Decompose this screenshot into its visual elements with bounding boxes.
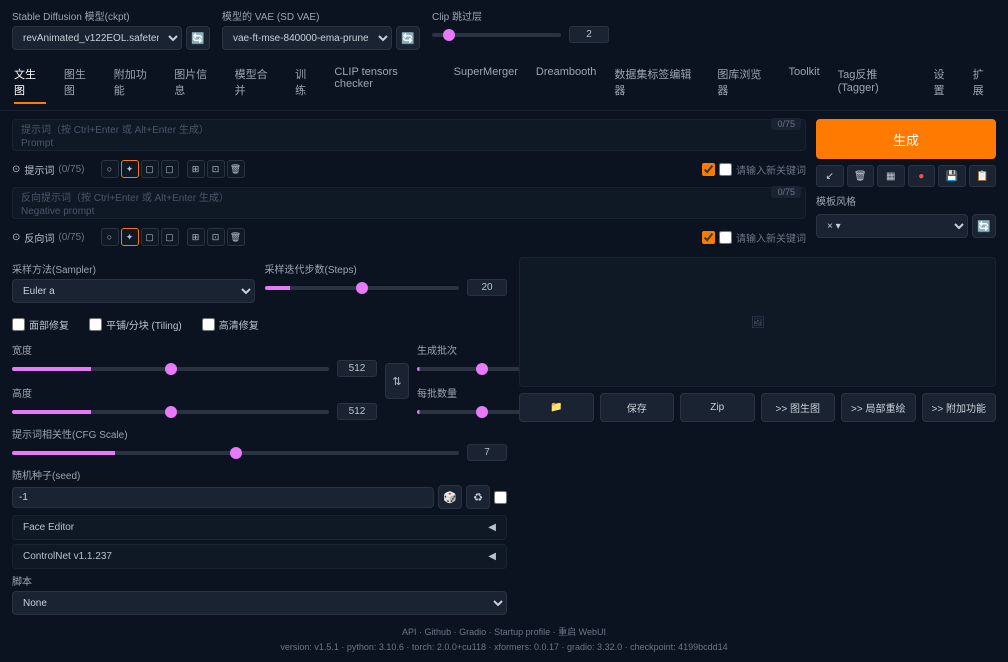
batch-size-label: 每批数量 (417, 385, 507, 400)
neg-bar-toggle[interactable]: ⊙ 反向词 (0/75) (12, 230, 85, 245)
tab-6[interactable]: CLIP tensors checker (334, 62, 435, 104)
ckpt-select[interactable]: revAnimated_v122EOL.safetensors [4199bcd… (12, 26, 182, 50)
prompt-tool-7-icon[interactable]: 🗑 (227, 160, 245, 178)
prompt-tool-2-icon[interactable]: ✦ (121, 160, 139, 178)
tab-13[interactable]: 设置 (934, 62, 955, 104)
tab-0[interactable]: 文生图 (14, 62, 46, 104)
neg-prompt-textarea[interactable]: 0/75 反向提示词（按 Ctrl+Enter 或 Alt+Enter 生成） … (12, 187, 806, 219)
sampler-label: 采样方法(Sampler) (12, 261, 255, 276)
seed-reuse-icon[interactable]: ♻ (466, 485, 490, 509)
tab-11[interactable]: Toolkit (788, 62, 819, 104)
to-img2img-button[interactable]: >> 图生图 (761, 393, 836, 422)
sampler-select[interactable]: Euler a (12, 279, 255, 303)
neg-tool-1-icon[interactable]: ○ (101, 228, 119, 246)
interrogate-arrow-icon[interactable]: ↙ (816, 165, 844, 187)
clip-label: Clip 跳过层 (432, 8, 609, 23)
zip-button[interactable]: Zip (680, 393, 755, 422)
height-value[interactable]: 512 (337, 403, 377, 420)
neg-tool-2-icon[interactable]: ✦ (121, 228, 139, 246)
vae-select[interactable]: vae-ft-mse-840000-ema-pruned.safetensors (222, 26, 392, 50)
neg-tool-4-icon[interactable]: ▢ (161, 228, 179, 246)
tiling-check[interactable] (89, 318, 102, 331)
clear-icon[interactable]: 🗑 (847, 165, 875, 187)
height-slider[interactable] (12, 410, 329, 414)
face-editor-accordion[interactable]: Face Editor◀ (12, 515, 507, 540)
steps-label: 采样迭代步数(Steps) (265, 261, 508, 276)
prompt-tool-1-icon[interactable]: ○ (101, 160, 119, 178)
stop-icon[interactable]: ● (908, 165, 936, 187)
vae-refresh-icon[interactable]: 🔄 (396, 26, 420, 50)
neg-counter: 0/75 (771, 186, 801, 198)
cfg-label: 提示词相关性(CFG Scale) (12, 426, 507, 441)
width-label: 宽度 (12, 342, 377, 357)
output-gallery[interactable]: 🖼 (519, 257, 996, 387)
tab-12[interactable]: Tag反推(Tagger) (838, 62, 916, 104)
ckpt-refresh-icon[interactable]: 🔄 (186, 26, 210, 50)
prompt-tool-4-icon[interactable]: ▢ (161, 160, 179, 178)
ckpt-label: Stable Diffusion 模型(ckpt) (12, 8, 210, 23)
batch-count-label: 生成批次 (417, 342, 507, 357)
prompt-kw-check2[interactable] (719, 163, 732, 176)
prompt-bar-toggle[interactable]: ⊙ 提示词 (0/75) (12, 162, 85, 177)
steps-slider[interactable] (265, 286, 460, 290)
tab-10[interactable]: 图库浏览器 (717, 62, 770, 104)
hires-check[interactable] (202, 318, 215, 331)
neg-kw-check2[interactable] (719, 231, 732, 244)
tab-7[interactable]: SuperMerger (454, 62, 518, 104)
tab-5[interactable]: 训练 (295, 62, 316, 104)
face-restore-check[interactable] (12, 318, 25, 331)
open-folder-button[interactable]: 📁 (519, 393, 594, 422)
seed-extra-check[interactable] (494, 491, 507, 504)
seed-label: 随机种子(seed) (12, 467, 507, 482)
steps-value[interactable]: 20 (467, 279, 507, 296)
prompt-tool-3-icon[interactable]: ▢ (141, 160, 159, 178)
tab-3[interactable]: 图片信息 (174, 62, 216, 104)
script-label: 脚本 (12, 573, 507, 588)
neg-tool-6-icon[interactable]: ⊡ (207, 228, 225, 246)
tab-4[interactable]: 模型合并 (235, 62, 277, 104)
apply-style-icon[interactable]: 📋 (969, 165, 997, 187)
prompt-tool-5-icon[interactable]: ⊞ (187, 160, 205, 178)
swap-wh-icon[interactable]: ⇅ (385, 363, 409, 399)
vae-label: 模型的 VAE (SD VAE) (222, 8, 420, 23)
styles-select[interactable]: × ▾ (816, 214, 968, 238)
neg-tool-5-icon[interactable]: ⊞ (187, 228, 205, 246)
seed-input[interactable] (12, 487, 434, 508)
cfg-value[interactable]: 7 (467, 444, 507, 461)
prompt-textarea[interactable]: 0/75 提示词（按 Ctrl+Enter 或 Alt+Enter 生成） Pr… (12, 119, 806, 151)
to-extras-button[interactable]: >> 附加功能 (922, 393, 997, 422)
script-select[interactable]: None (12, 591, 507, 615)
prompt-counter: 0/75 (771, 118, 801, 130)
tab-1[interactable]: 图生图 (64, 62, 96, 104)
save-style-icon[interactable]: 💾 (938, 165, 966, 187)
clip-skip-slider[interactable] (432, 33, 561, 37)
tab-2[interactable]: 附加功能 (114, 62, 156, 104)
styles-refresh-icon[interactable]: 🔄 (972, 214, 996, 238)
cfg-slider[interactable] (12, 451, 459, 455)
tab-14[interactable]: 扩展 (973, 62, 994, 104)
neg-kw-check[interactable] (702, 231, 715, 244)
width-value[interactable]: 512 (337, 360, 377, 377)
width-slider[interactable] (12, 367, 329, 371)
neg-tool-3-icon[interactable]: ▢ (141, 228, 159, 246)
generate-button[interactable]: 生成 (816, 119, 996, 159)
main-tabs: 文生图图生图附加功能图片信息模型合并训练 CLIP tensors checker… (0, 56, 1008, 111)
height-label: 高度 (12, 385, 377, 400)
styles-label: 模板风格 (816, 193, 996, 208)
controlnet-accordion[interactable]: ControlNet v1.1.237◀ (12, 544, 507, 569)
prompt-tool-6-icon[interactable]: ⊡ (207, 160, 225, 178)
image-placeholder-icon: 🖼 (751, 316, 765, 329)
clip-skip-value: 2 (569, 26, 609, 43)
tab-8[interactable]: Dreambooth (536, 62, 597, 104)
extra-networks-icon[interactable]: ▦ (877, 165, 905, 187)
tab-9[interactable]: 数据集标签编辑器 (614, 62, 699, 104)
prompt-kw-check[interactable] (702, 163, 715, 176)
footer: API · Github · Gradio · Startup profile … (0, 615, 1008, 662)
save-button[interactable]: 保存 (600, 393, 675, 422)
seed-random-icon[interactable]: 🎲 (438, 485, 462, 509)
to-inpaint-button[interactable]: >> 局部重绘 (841, 393, 916, 422)
neg-tool-7-icon[interactable]: 🗑 (227, 228, 245, 246)
